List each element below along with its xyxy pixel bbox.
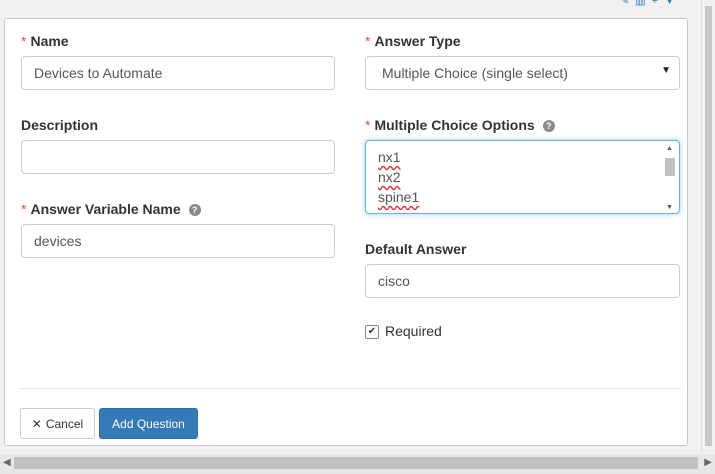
required-star: * xyxy=(21,201,27,217)
answer-type-label: * Answer Type xyxy=(365,33,461,49)
add-icon[interactable]: + xyxy=(652,0,658,8)
answer-variable-input[interactable]: devices xyxy=(21,224,335,258)
close-icon: ✕ xyxy=(31,416,42,431)
required-star: * xyxy=(365,33,371,49)
question-form-panel: * Name Devices to Automate Description * A… xyxy=(4,18,688,446)
required-label: Required xyxy=(385,323,442,339)
scroll-thumb[interactable] xyxy=(665,158,675,176)
mc-option-line: spine1 xyxy=(378,189,420,205)
vertical-scroll-thumb[interactable] xyxy=(705,6,712,446)
textarea-scrollbar[interactable]: ▲ ▼ xyxy=(663,143,677,211)
name-label: * Name xyxy=(21,33,69,49)
edit-icon[interactable]: ✎ xyxy=(620,0,629,8)
dropdown-caret-icon: ▼ xyxy=(661,65,671,76)
page-horizontal-scrollbar[interactable]: ◀ ▶ xyxy=(0,454,715,474)
mc-options-textarea[interactable]: nx1 nx2 spine1 ▲ ▼ xyxy=(365,140,680,214)
answer-variable-label: * Answer Variable Name? xyxy=(21,201,201,217)
name-input[interactable]: Devices to Automate xyxy=(21,56,335,90)
add-question-button[interactable]: Add Question xyxy=(99,408,198,439)
checkmark-icon: ✔ xyxy=(367,326,377,337)
default-answer-input[interactable]: cisco xyxy=(365,264,680,298)
question-toolbar: ✎ ▥ + ▼ xyxy=(620,0,675,8)
mc-option-line: nx1 xyxy=(378,149,401,165)
scroll-right-icon[interactable]: ▶ xyxy=(704,457,712,468)
required-checkbox[interactable]: ✔ xyxy=(365,325,379,339)
delete-icon[interactable]: ▥ xyxy=(635,0,645,8)
scroll-left-icon[interactable]: ◀ xyxy=(3,457,11,468)
mc-option-line: nx2 xyxy=(378,169,401,185)
answer-type-select[interactable]: Multiple Choice (single select) ▼ xyxy=(365,56,680,90)
description-label: Description xyxy=(21,117,99,133)
help-icon[interactable]: ? xyxy=(188,204,201,216)
horizontal-scroll-thumb[interactable] xyxy=(14,457,698,469)
mc-options-label: * Multiple Choice Options? xyxy=(365,117,555,133)
collapse-icon[interactable]: ▼ xyxy=(664,0,675,8)
default-answer-label: Default Answer xyxy=(365,241,467,257)
cancel-button[interactable]: ✕ Cancel xyxy=(20,408,95,439)
required-star: * xyxy=(365,117,371,133)
description-input[interactable] xyxy=(21,140,335,174)
scroll-up-icon[interactable]: ▲ xyxy=(666,145,673,152)
answer-type-value: Multiple Choice (single select) xyxy=(382,65,568,81)
scroll-down-icon[interactable]: ▼ xyxy=(666,204,673,211)
page-vertical-scrollbar[interactable] xyxy=(701,0,715,452)
footer-divider xyxy=(19,388,681,389)
required-star: * xyxy=(21,33,27,49)
help-icon[interactable]: ? xyxy=(542,120,555,132)
